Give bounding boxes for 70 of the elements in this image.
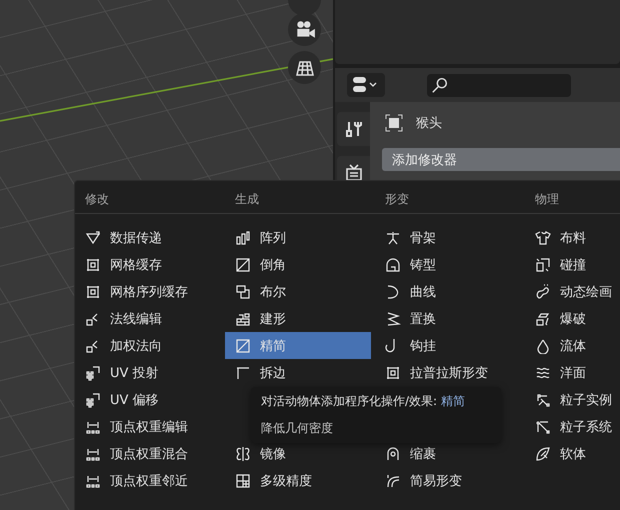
menu-item[interactable]: 拉普拉斯形变 xyxy=(375,359,525,386)
menu-column-header: 物理 xyxy=(525,181,620,214)
object-name: 猴头 xyxy=(416,115,442,132)
camera-button[interactable] xyxy=(288,13,321,46)
menu-item[interactable]: 多级精度 xyxy=(225,467,375,494)
menu-item[interactable]: UV 投射 xyxy=(75,359,225,386)
triangle-icon xyxy=(85,230,101,246)
menu-item[interactable]: 粒子实例 xyxy=(525,386,620,413)
menu-item[interactable]: 布尔 xyxy=(225,278,375,305)
menu-item[interactable]: 缩裹 xyxy=(375,440,525,467)
menu-item[interactable]: 软体 xyxy=(525,440,620,467)
checker-icon xyxy=(85,392,101,408)
wrench-icon xyxy=(344,119,364,139)
menu-item[interactable]: 建形 xyxy=(225,305,375,332)
particle-nodes-icon xyxy=(535,418,551,434)
menu-item[interactable]: 顶点权重混合 xyxy=(75,440,225,467)
menu-item[interactable]: 法线编辑 xyxy=(75,305,225,332)
menu-item[interactable]: 骨架 xyxy=(375,224,525,251)
menu-item[interactable]: 钩挂 xyxy=(375,332,525,359)
search-field[interactable] xyxy=(427,74,571,96)
menu-item[interactable]: 爆破 xyxy=(525,305,620,332)
menu-item[interactable]: 粒子系统 xyxy=(525,413,620,440)
menu-item[interactable]: 曲线 xyxy=(375,278,525,305)
menu-item[interactable]: 精简 xyxy=(225,332,371,359)
menu-item[interactable]: 加权法向 xyxy=(75,332,225,359)
menu-item[interactable]: UV 偏移 xyxy=(75,386,225,413)
menu-item[interactable]: 顶点权重邻近 xyxy=(75,467,225,494)
menu-item[interactable]: 铸型 xyxy=(375,251,525,278)
mirror-icon xyxy=(235,446,251,462)
menu-item[interactable]: 网格缓存 xyxy=(75,251,225,278)
tooltip-text: 对活动物体添加程序化操作/效果: 精简 xyxy=(261,393,466,410)
bent-shape-icon xyxy=(385,472,401,488)
menu-item[interactable]: 碰撞 xyxy=(525,251,620,278)
menu-item[interactable]: 布料 xyxy=(525,224,620,251)
overlapping-squares-icon xyxy=(235,284,251,300)
leaf-icon xyxy=(535,446,551,462)
menu-item[interactable]: 数据传递 xyxy=(75,224,225,251)
menu-item[interactable]: 顶点权重编辑 xyxy=(75,413,225,440)
menu-column-header: 形变 xyxy=(375,181,525,214)
menu-item[interactable]: 阵列 xyxy=(225,224,375,251)
particle-nodes-icon xyxy=(535,392,551,408)
menu-item[interactable]: 动态绘画 xyxy=(525,278,620,305)
add-modifier-button[interactable]: 添加修改器 xyxy=(382,148,620,171)
menu-item[interactable]: 流体 xyxy=(525,332,620,359)
bracket-icon xyxy=(235,364,251,380)
search-icon xyxy=(431,76,449,94)
menu-item[interactable]: 洋面 xyxy=(525,359,620,386)
menu-item[interactable]: 置换 xyxy=(375,305,525,332)
menu-column-header: 生成 xyxy=(225,181,375,214)
menu-item[interactable]: 简易形变 xyxy=(375,467,525,494)
menu-item[interactable]: 拆边 xyxy=(225,359,375,386)
bricks-icon xyxy=(235,310,251,326)
grid-icon xyxy=(235,472,251,488)
grid-view-button[interactable] xyxy=(288,51,321,84)
menu-item[interactable]: 倒角 xyxy=(225,251,375,278)
drop-icon xyxy=(535,338,551,354)
zigzag-icon xyxy=(385,310,401,326)
menu-item[interactable]: 镜像 xyxy=(225,440,375,467)
menu-item[interactable]: 网格序列缓存 xyxy=(75,278,225,305)
arch-icon xyxy=(385,446,401,462)
stick-figure-icon xyxy=(385,230,401,246)
object-icon xyxy=(384,113,404,133)
editor-type-button[interactable] xyxy=(347,73,385,97)
curve-icon xyxy=(385,284,401,300)
tool-tab[interactable] xyxy=(337,112,370,146)
tooltip-description: 降低几何密度 xyxy=(261,420,334,437)
shirt-icon xyxy=(535,230,551,246)
bars-icon xyxy=(235,230,251,246)
menu-column-header: 修改 xyxy=(75,181,225,214)
checker-icon xyxy=(85,364,101,380)
